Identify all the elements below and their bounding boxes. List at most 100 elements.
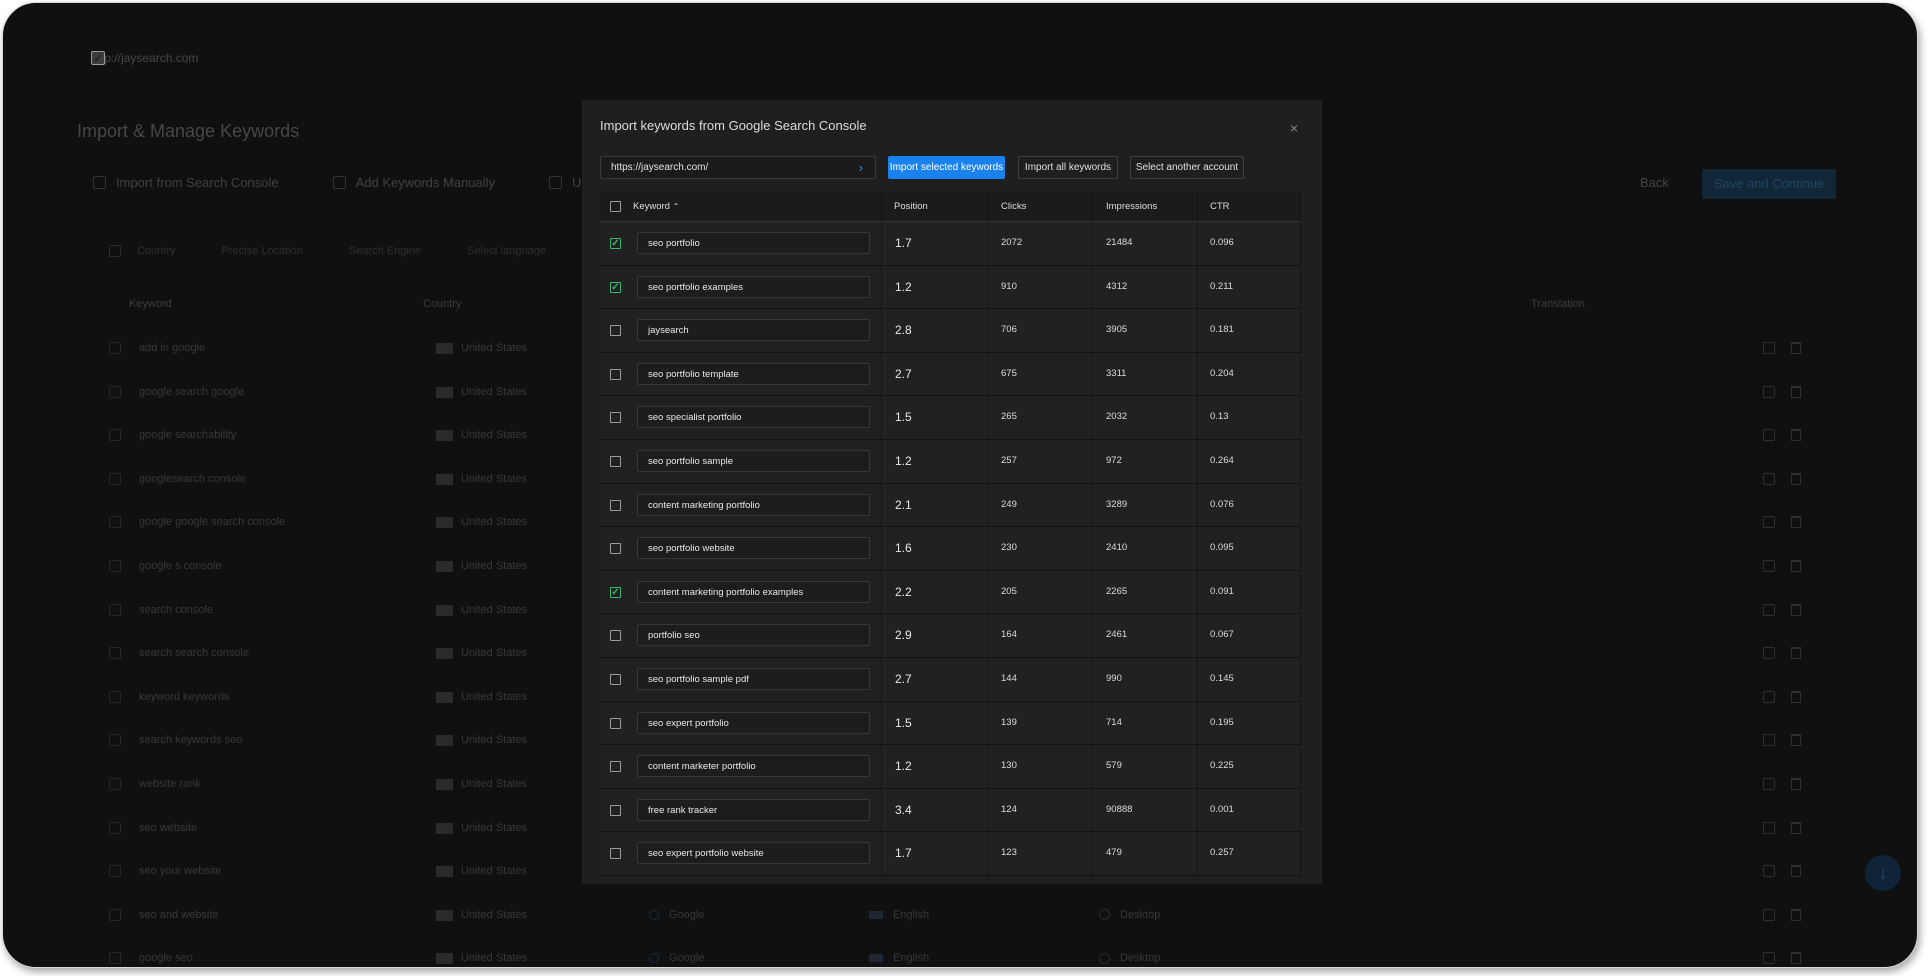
row-checkbox[interactable] <box>109 603 121 616</box>
import-selected-button[interactable]: Import selected keywords <box>888 156 1005 179</box>
site-checkbox[interactable]: ✓ <box>91 51 105 65</box>
row-checkbox[interactable] <box>109 560 121 572</box>
copy-icon[interactable] <box>1763 734 1775 747</box>
header-clicks[interactable]: Clicks <box>1001 192 1026 222</box>
table-row[interactable]: jaysearch 2.8 706 3905 0.181 <box>600 309 1301 353</box>
row-checkbox[interactable] <box>109 821 121 834</box>
row-checkbox[interactable] <box>109 690 121 703</box>
copy-icon[interactable] <box>1763 821 1775 834</box>
tab-add-manually[interactable]: Add Keywords Manually <box>332 175 495 190</box>
keyword-field[interactable]: seo specialist portfolio <box>637 406 870 429</box>
keyword-field[interactable]: seo portfolio website <box>637 537 870 560</box>
select-account-button[interactable]: Select another account <box>1130 156 1244 179</box>
row-checkbox[interactable] <box>109 342 121 354</box>
copy-icon[interactable] <box>1763 429 1775 442</box>
import-all-button[interactable]: Import all keywords <box>1018 156 1118 179</box>
row-checkbox[interactable] <box>610 368 621 380</box>
row-checkbox[interactable] <box>610 761 621 773</box>
row-checkbox[interactable] <box>610 673 621 685</box>
table-row[interactable]: portfolio seo 2.9 164 2461 0.067 <box>600 614 1301 658</box>
keyword-field[interactable]: content marketing portfolio examples <box>637 580 870 603</box>
row-checkbox[interactable]: ✓ <box>610 238 621 249</box>
table-row[interactable]: ✓ seo portfolio examples 1.2 910 4312 0.… <box>600 265 1301 310</box>
row-checkbox[interactable] <box>109 516 121 529</box>
table-row[interactable]: seo portfolio sample pdf 2.7 144 990 0.1… <box>600 657 1301 702</box>
keyword-field[interactable]: seo expert portfolio <box>637 711 870 734</box>
keyword-field[interactable]: portfolio seo <box>637 624 870 647</box>
copy-icon[interactable] <box>1763 472 1775 485</box>
row-checkbox[interactable] <box>109 647 121 660</box>
table-row[interactable]: seo portfolio website 1.6 230 2410 0.095 <box>600 527 1301 571</box>
select-all-checkbox[interactable] <box>610 201 621 212</box>
checkbox[interactable] <box>109 245 121 258</box>
copy-icon[interactable] <box>1763 560 1775 572</box>
keyword-field[interactable]: content marketer portfolio <box>637 755 870 778</box>
trash-icon[interactable] <box>1791 952 1801 965</box>
keyword-field[interactable]: free rank tracker <box>637 798 870 821</box>
row-checkbox[interactable]: ✓ <box>610 281 621 293</box>
copy-icon[interactable] <box>1763 952 1775 965</box>
filter-location[interactable]: Precise Location <box>222 245 303 257</box>
table-row[interactable]: seo portfolio sample 1.2 257 972 0.264 <box>600 439 1301 484</box>
keyword-field[interactable]: content marketing portfolio <box>637 493 870 516</box>
row-checkbox[interactable]: ✓ <box>610 586 621 598</box>
copy-icon[interactable] <box>1763 603 1775 616</box>
header-ctr[interactable]: CTR <box>1210 192 1230 222</box>
row-checkbox[interactable] <box>109 472 121 485</box>
row-checkbox[interactable] <box>610 717 621 729</box>
row-checkbox[interactable] <box>109 908 121 921</box>
trash-icon[interactable] <box>1791 865 1801 878</box>
trash-icon[interactable] <box>1791 778 1801 790</box>
row-checkbox[interactable] <box>109 734 121 747</box>
trash-icon[interactable] <box>1791 908 1801 921</box>
copy-icon[interactable] <box>1763 516 1775 529</box>
trash-icon[interactable] <box>1791 647 1801 660</box>
keyword-field[interactable]: jaysearch <box>637 319 870 342</box>
row-checkbox[interactable] <box>109 385 121 398</box>
keyword-field[interactable]: seo expert portfolio website <box>637 842 870 865</box>
filter-language[interactable]: Select language <box>467 245 546 257</box>
row-checkbox[interactable] <box>610 499 621 511</box>
filter-engine[interactable]: Search Engine <box>349 245 421 257</box>
keyword-field[interactable]: seo portfolio sample <box>637 449 870 472</box>
table-row[interactable]: seo specialist portfolio 1.5 265 2032 0.… <box>600 396 1301 440</box>
copy-icon[interactable] <box>1763 908 1775 921</box>
row-checkbox[interactable] <box>610 325 621 337</box>
keyword-field[interactable]: seo portfolio <box>637 232 870 254</box>
copy-icon[interactable] <box>1763 865 1775 878</box>
header-keyword[interactable]: Keyword ⌃ <box>633 192 679 222</box>
table-row[interactable]: seo portfolio template 2.7 675 3311 0.20… <box>600 352 1301 397</box>
table-row[interactable]: ✓ content marketing portfolio examples 2… <box>600 570 1301 615</box>
trash-icon[interactable] <box>1791 342 1801 354</box>
row-checkbox[interactable] <box>109 865 121 878</box>
header-impressions[interactable]: Impressions <box>1106 192 1157 222</box>
trash-icon[interactable] <box>1791 690 1801 703</box>
table-row[interactable]: ✓ seo portfolio 1.7 2072 21484 0.096 <box>600 222 1301 266</box>
table-row[interactable]: seo expert portfolio 1.5 139 714 0.195 <box>600 701 1301 746</box>
back-button[interactable]: Back <box>1640 175 1669 190</box>
trash-icon[interactable] <box>1791 734 1801 747</box>
header-position[interactable]: Position <box>894 192 928 222</box>
trash-icon[interactable] <box>1791 560 1801 572</box>
keyword-field[interactable]: seo portfolio examples <box>637 275 870 298</box>
table-row[interactable]: content marketing portfolio 2.1 249 3289… <box>600 483 1301 528</box>
row-checkbox[interactable] <box>109 778 121 790</box>
keyword-field[interactable]: seo portfolio template <box>637 362 870 385</box>
row-checkbox[interactable] <box>109 429 121 442</box>
copy-icon[interactable] <box>1763 778 1775 790</box>
copy-icon[interactable] <box>1763 690 1775 703</box>
row-checkbox[interactable] <box>610 543 621 555</box>
scroll-down-fab[interactable]: ↓ <box>1865 855 1901 891</box>
trash-icon[interactable] <box>1791 429 1801 442</box>
table-row[interactable]: free rank tracker 3.4 124 90888 0.001 <box>600 788 1301 833</box>
row-checkbox[interactable] <box>610 455 621 467</box>
tab-search-console[interactable]: Import from Search Console <box>93 175 279 190</box>
trash-icon[interactable] <box>1791 821 1801 834</box>
filter-country[interactable]: Country <box>109 245 176 258</box>
trash-icon[interactable] <box>1791 603 1801 616</box>
row-checkbox[interactable] <box>610 848 621 860</box>
copy-icon[interactable] <box>1763 647 1775 660</box>
save-and-continue-button[interactable]: Save and Continue <box>1702 169 1836 199</box>
table-row[interactable]: content marketer portfolio 1.2 130 579 0… <box>600 745 1301 789</box>
row-checkbox[interactable] <box>610 412 621 424</box>
